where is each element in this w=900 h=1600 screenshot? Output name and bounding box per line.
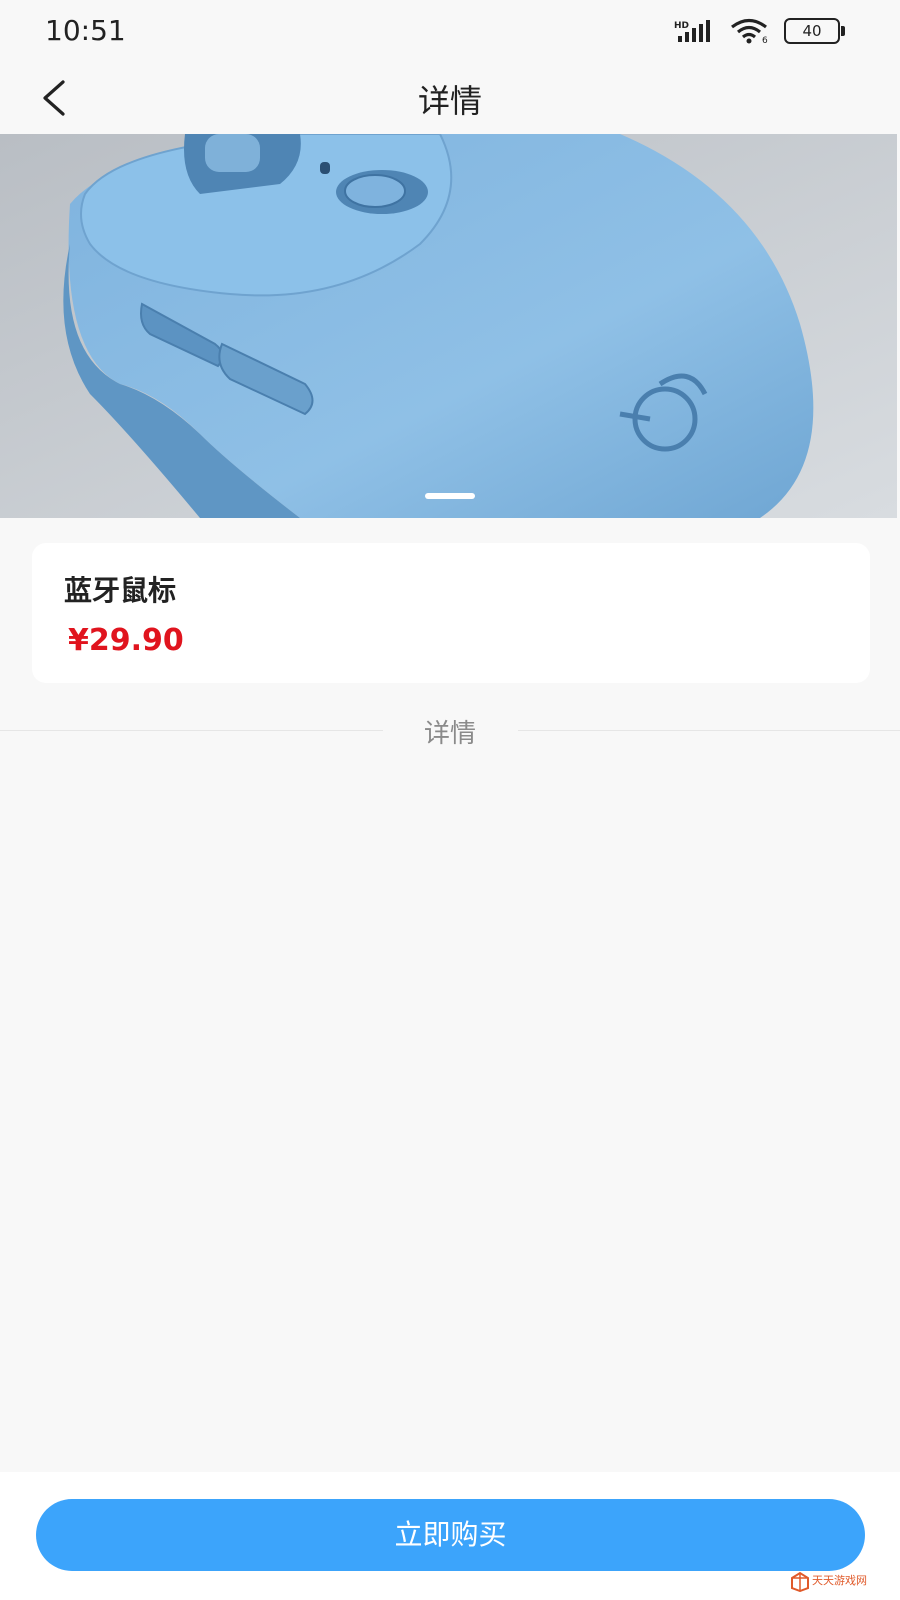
details-section-label: 详情 [423, 719, 476, 749]
bottom-action-bar: 立即购买 天天游戏网 [0, 1472, 900, 1600]
buy-now-button[interactable]: 立即购买 [36, 1499, 865, 1571]
product-name: 蓝牙鼠标 [64, 574, 177, 607]
status-bar: 10:51 HD 6 40 [0, 0, 900, 62]
svg-text:6: 6 [762, 36, 768, 44]
signal-icon: HD [674, 19, 716, 43]
page-title: 详情 [417, 82, 482, 120]
wifi-icon: 6 [730, 18, 770, 44]
product-image [0, 134, 897, 518]
svg-text:天天游戏网: 天天游戏网 [812, 1574, 867, 1587]
product-price: ¥29.90 [68, 623, 184, 658]
status-time: 10:51 [45, 14, 126, 47]
carousel-indicator [425, 493, 475, 499]
battery-icon: 40 [784, 18, 845, 44]
network-badge: HD [674, 21, 689, 31]
status-icons: HD 6 40 [674, 16, 845, 46]
details-divider: 详情 [0, 710, 900, 750]
product-image-carousel[interactable] [0, 134, 897, 518]
product-info-card: 蓝牙鼠标 ¥29.90 [32, 543, 870, 683]
watermark-logo: 天天游戏网 [791, 1571, 867, 1592]
watermark: 天天游戏网 [790, 1570, 886, 1592]
nav-bar: 详情 [0, 62, 900, 134]
divider-line-right [518, 730, 900, 731]
